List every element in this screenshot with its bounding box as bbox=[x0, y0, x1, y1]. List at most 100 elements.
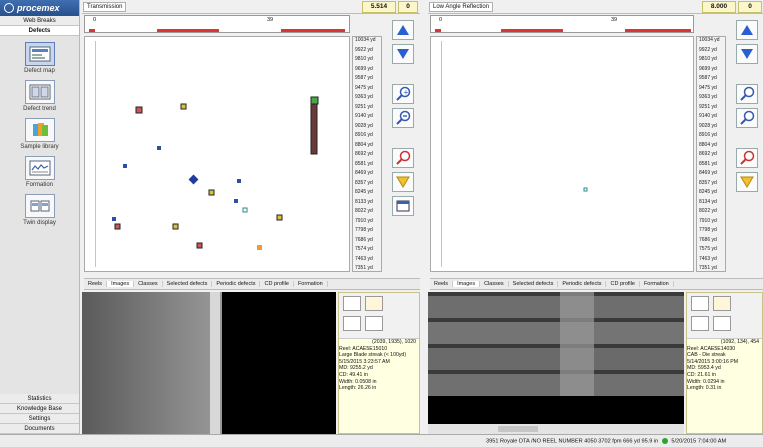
twin-display-icon bbox=[24, 194, 55, 218]
defect-map[interactable] bbox=[430, 36, 694, 272]
panel-title-tab[interactable]: Transmission bbox=[83, 1, 127, 12]
defect-marker[interactable] bbox=[257, 245, 262, 250]
defect-image-view[interactable] bbox=[428, 292, 684, 434]
md-scale-label: 9922 yd bbox=[355, 46, 373, 53]
info-line: CAB - Die streak bbox=[687, 352, 726, 359]
md-scale-label: 9475 yd bbox=[699, 84, 717, 91]
zoom-out-button[interactable] bbox=[735, 108, 758, 128]
scroll-down-button[interactable] bbox=[735, 44, 758, 64]
md-scale-label: 7910 yd bbox=[355, 217, 373, 224]
info-line: Reel: ACAE5E15010 bbox=[339, 345, 388, 352]
defect-marker[interactable] bbox=[234, 199, 238, 203]
settings-button[interactable]: Settings bbox=[0, 414, 79, 424]
defect-marker[interactable] bbox=[180, 103, 187, 110]
defect-marker[interactable] bbox=[196, 242, 203, 249]
zoom-in-button[interactable]: + bbox=[392, 84, 414, 104]
defect-image bbox=[82, 292, 336, 434]
tab-reels[interactable]: Reels bbox=[430, 281, 454, 287]
ruler-red-segment bbox=[281, 29, 345, 32]
tab-images[interactable]: Images bbox=[107, 281, 135, 287]
defect-marker[interactable] bbox=[114, 223, 121, 230]
tab-periodic-defects[interactable]: Periodic defects bbox=[212, 281, 261, 287]
tool-defect-trend[interactable]: Defect trend bbox=[0, 80, 79, 112]
tab-reels[interactable]: Reels bbox=[84, 281, 108, 287]
defect-marker[interactable] bbox=[208, 189, 215, 196]
info-line: Width: 0.0508 in bbox=[339, 378, 377, 385]
defect-marker[interactable] bbox=[237, 179, 241, 183]
zoom-reset-button[interactable] bbox=[735, 148, 758, 168]
tab-classes[interactable]: Classes bbox=[480, 281, 509, 287]
zoom-out-icon bbox=[739, 110, 754, 125]
ruler-tick-start: 0 bbox=[93, 17, 97, 23]
defect-marker[interactable] bbox=[310, 96, 319, 105]
defect-marker[interactable] bbox=[188, 174, 199, 185]
tool-twin-display[interactable]: Twin display bbox=[0, 194, 79, 226]
tab-selected-defects[interactable]: Selected defects bbox=[163, 281, 213, 287]
defect-marker[interactable] bbox=[172, 223, 179, 230]
web-breaks-button[interactable]: Web Breaks bbox=[0, 16, 79, 26]
defect-marker[interactable] bbox=[123, 164, 127, 168]
filter-button[interactable] bbox=[735, 172, 758, 192]
image-toggle-button[interactable] bbox=[343, 296, 361, 311]
tab-selected-defects[interactable]: Selected defects bbox=[509, 281, 559, 287]
zoom-reset-button[interactable] bbox=[392, 148, 414, 168]
defect-count: 0 bbox=[398, 1, 418, 13]
md-scale-label: 9028 yd bbox=[699, 122, 717, 129]
md-scale-label: 7686 yd bbox=[699, 236, 717, 243]
tab-images[interactable]: Images bbox=[453, 281, 481, 287]
md-scale-label: 8916 yd bbox=[699, 132, 717, 138]
defect-marker[interactable] bbox=[112, 217, 116, 221]
md-scale-label: 8022 yd bbox=[699, 208, 717, 214]
info-line: MD: 9255.2 yd bbox=[339, 365, 373, 372]
tab-cd-profile[interactable]: CD profile bbox=[260, 281, 294, 287]
defect-image-view[interactable] bbox=[82, 292, 336, 434]
window-button[interactable] bbox=[392, 196, 414, 216]
card-button[interactable] bbox=[691, 316, 709, 331]
tab-formation[interactable]: Formation bbox=[640, 281, 674, 287]
tool-label: Formation bbox=[25, 182, 53, 188]
scroll-down-button[interactable] bbox=[392, 44, 414, 64]
print-button[interactable] bbox=[365, 316, 383, 331]
scroll-up-button[interactable] bbox=[392, 20, 414, 40]
scroll-up-button[interactable] bbox=[735, 20, 758, 40]
defect-count: 0 bbox=[738, 1, 762, 13]
defect-map[interactable] bbox=[84, 36, 350, 272]
arrow-up-icon bbox=[740, 25, 753, 35]
defect-marker[interactable] bbox=[583, 187, 588, 192]
tab-formation[interactable]: Formation bbox=[294, 281, 328, 287]
tool-formation[interactable]: Formation bbox=[0, 156, 79, 188]
svg-text:+: + bbox=[403, 89, 409, 97]
knowledge-base-button[interactable]: Knowledge Base bbox=[0, 404, 79, 414]
defects-button[interactable]: Defects bbox=[0, 26, 79, 36]
md-scale-label: 8581 yd bbox=[355, 160, 373, 167]
image-toggle-button[interactable] bbox=[691, 296, 709, 311]
defect-marker[interactable] bbox=[276, 214, 283, 221]
documents-button[interactable]: Documents bbox=[0, 424, 79, 434]
card-button[interactable] bbox=[343, 316, 361, 331]
md-scale-label: 7686 yd bbox=[355, 236, 373, 243]
status-text: 3951 Royale DTA /NO REEL NUMBER 4050 370… bbox=[486, 438, 659, 445]
print-button[interactable] bbox=[713, 316, 731, 331]
tab-classes[interactable]: Classes bbox=[134, 281, 163, 287]
defect-marker[interactable] bbox=[242, 207, 248, 213]
zoom-out-button[interactable] bbox=[392, 108, 414, 128]
tab-cd-profile[interactable]: CD profile bbox=[606, 281, 640, 287]
panel-title-tab[interactable]: Low Angle Reflection bbox=[429, 1, 494, 12]
defect-marker[interactable] bbox=[157, 146, 161, 150]
zoom-in-button[interactable] bbox=[735, 84, 758, 104]
library-button[interactable] bbox=[713, 296, 731, 311]
tool-sample-library[interactable]: Sample library bbox=[0, 118, 79, 150]
md-scale-label: 8245 yd bbox=[355, 189, 373, 195]
defect-streak-marker[interactable] bbox=[310, 103, 318, 155]
filter-button[interactable] bbox=[392, 172, 414, 192]
tab-periodic-defects[interactable]: Periodic defects bbox=[558, 281, 607, 287]
md-scale-label: 7351 yd bbox=[699, 265, 717, 271]
defect-marker[interactable] bbox=[135, 106, 143, 114]
sample-library-icon bbox=[24, 118, 55, 142]
statistics-button[interactable]: Statistics bbox=[0, 394, 79, 404]
ruler-tick-mid: 39 bbox=[611, 17, 618, 23]
library-button[interactable] bbox=[365, 296, 383, 311]
cd-ruler: 0 39 bbox=[84, 15, 350, 33]
tool-defect-map[interactable]: Defect map bbox=[0, 42, 79, 74]
procemex-logo-icon bbox=[4, 3, 14, 13]
